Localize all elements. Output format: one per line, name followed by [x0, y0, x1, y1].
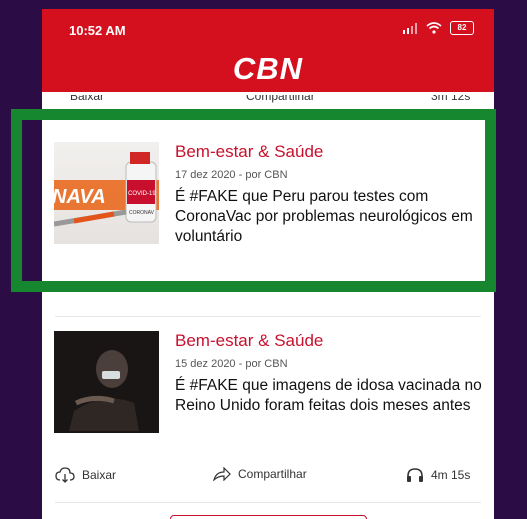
partial-share-label[interactable]: Compartilhar: [246, 95, 315, 103]
status-time: 10:52 AM: [69, 23, 126, 38]
duration-label: 4m 15s: [431, 468, 471, 482]
elderly-woman-image: [54, 331, 159, 433]
article-thumbnail: [54, 331, 159, 433]
divider: [55, 502, 481, 503]
article-title[interactable]: É #FAKE que imagens de idosa vacinada no…: [175, 376, 482, 416]
list-item[interactable]: Bem-estar & Saúde 15 dez 2020 - por CBN …: [54, 331, 482, 433]
cloud-download-icon: [55, 467, 75, 483]
load-more-button[interactable]: [170, 515, 367, 519]
wifi-icon: [426, 22, 442, 34]
highlight-frame: [11, 109, 496, 292]
download-button[interactable]: Baixar: [55, 467, 116, 483]
share-arrow-icon: [213, 467, 231, 481]
download-label: Baixar: [82, 468, 117, 482]
partial-download-label[interactable]: Baixar: [70, 95, 104, 103]
status-icons: 82: [402, 21, 474, 35]
article-category[interactable]: Bem-estar & Saúde: [175, 331, 482, 351]
partial-duration-label[interactable]: 3m 12s: [431, 95, 470, 103]
battery-icon: 82: [450, 21, 474, 35]
share-label: Compartilhar: [238, 467, 307, 481]
app-header: 10:52 AM 82 CBN: [42, 9, 494, 92]
partial-action-row: Baixar Compartilhar 3m 12s: [56, 95, 480, 107]
headphones-icon: [407, 468, 423, 482]
signal-icon: [403, 23, 417, 34]
article-meta: 15 dez 2020 - por CBN: [175, 358, 288, 370]
share-button[interactable]: Compartilhar: [213, 467, 307, 481]
divider: [55, 316, 481, 317]
listen-duration[interactable]: 4m 15s: [406, 467, 470, 483]
cbn-logo: CBN: [232, 51, 304, 86]
article-actions: Baixar Compartilhar 4m 15s: [55, 467, 481, 491]
